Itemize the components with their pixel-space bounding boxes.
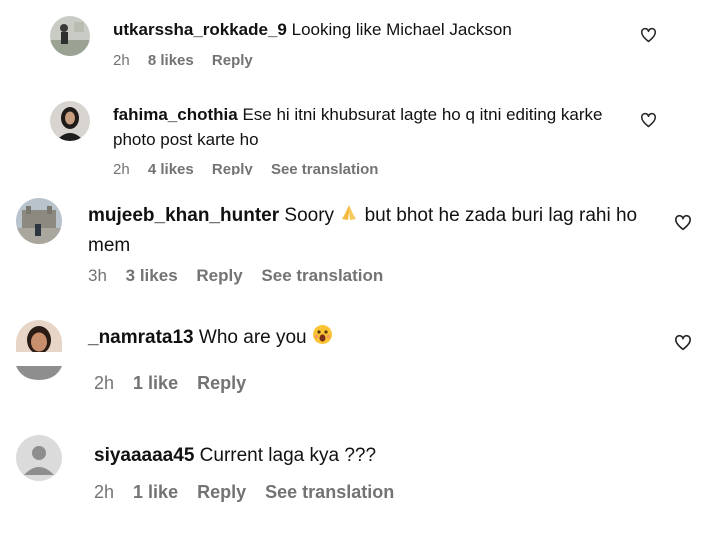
folded-hands-emoji [339, 203, 359, 232]
comment-meta: 2h 1 like Reply See translation [94, 482, 408, 503]
avatar[interactable] [50, 16, 90, 56]
reply-button[interactable]: Reply [212, 161, 253, 175]
comment-time: 2h [94, 482, 115, 502]
comment-body: Who are you [198, 327, 307, 348]
comment-meta: 2h 4 likes Reply See translation [113, 161, 392, 175]
comment-username[interactable]: siyaaaaa45 [94, 445, 194, 466]
heart-outline-icon[interactable] [640, 27, 657, 44]
comment-text: mujeeb_khan_hunter Soory but bhot he zad… [88, 202, 648, 259]
comment-username[interactable]: mujeeb_khan_hunter [88, 205, 279, 226]
comments-crop-1: utkarssha_rokkade_9 Looking like Michael… [0, 0, 720, 175]
heart-outline-icon[interactable] [640, 112, 657, 129]
shocked-face-emoji [312, 324, 333, 354]
heart-outline-icon[interactable] [674, 334, 692, 352]
reply-button[interactable]: Reply [212, 52, 253, 69]
avatar[interactable] [50, 101, 90, 141]
comment-body: Looking like Michael Jackson [291, 20, 512, 39]
comment-body: Soory [284, 205, 335, 226]
see-translation-link[interactable]: See translation [271, 161, 379, 175]
comment-username[interactable]: _namrata13 [88, 327, 194, 348]
avatar[interactable] [16, 435, 62, 481]
likes-count[interactable]: 4 likes [148, 161, 194, 175]
comment-username[interactable]: fahima_chothia [113, 105, 238, 124]
comment-text: siyaaaaa45 Current laga kya ??? [94, 442, 654, 470]
heart-outline-icon[interactable] [674, 214, 692, 232]
comment-time: 2h [113, 52, 130, 69]
comment-body: Current laga kya ??? [199, 445, 377, 466]
reply-button[interactable]: Reply [197, 373, 246, 393]
comments-crop-3: _namrata13 Who are you 2h 1 like Reply [0, 300, 720, 410]
reply-button[interactable]: Reply [197, 482, 246, 502]
see-translation-link[interactable]: See translation [265, 482, 394, 502]
comment-username[interactable]: utkarssha_rokkade_9 [113, 20, 287, 39]
comments-crop-2: mujeeb_khan_hunter Soory but bhot he zad… [0, 180, 720, 295]
see-translation-link[interactable]: See translation [261, 266, 383, 285]
comment-meta: 3h 3 likes Reply See translation [88, 266, 397, 286]
likes-count[interactable]: 1 like [133, 482, 178, 502]
avatar[interactable] [16, 320, 62, 352]
avatar[interactable] [16, 198, 62, 244]
comment-meta: 2h 1 like Reply [94, 373, 260, 394]
comment-text: utkarssha_rokkade_9 Looking like Michael… [113, 18, 613, 43]
comment-meta: 2h 8 likes Reply [113, 52, 267, 69]
reply-button[interactable]: Reply [196, 266, 242, 285]
comment-time: 3h [88, 266, 107, 285]
likes-count[interactable]: 3 likes [126, 266, 178, 285]
comments-crop-4: siyaaaaa45 Current laga kya ??? 2h 1 lik… [0, 420, 720, 540]
comment-time: 2h [113, 161, 130, 175]
likes-count[interactable]: 8 likes [148, 52, 194, 69]
comment-time: 2h [94, 373, 115, 393]
likes-count[interactable]: 1 like [133, 373, 178, 393]
comment-text: _namrata13 Who are you [88, 324, 648, 354]
comment-text: fahima_chothia Ese hi itni khubsurat lag… [113, 103, 603, 152]
avatar-fragment [16, 366, 62, 380]
